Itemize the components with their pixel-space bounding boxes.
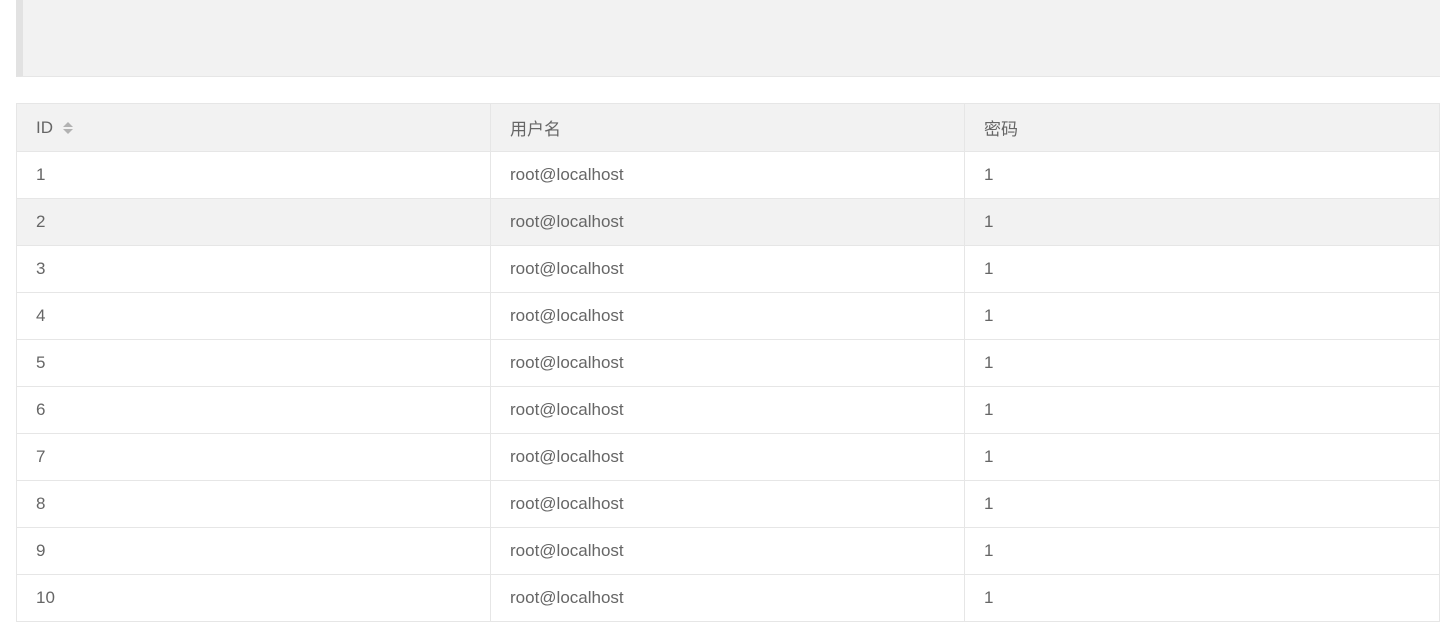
data-table-container: ID 用户名 密码 1 root@localhost 1 2 root@localhos…	[16, 103, 1440, 633]
header-row: ID 用户名 密码	[16, 103, 1440, 152]
cell-password: 1	[964, 433, 1440, 481]
header-username: 用户名	[490, 103, 965, 152]
cell-username: root@localhost	[490, 433, 965, 481]
sort-descending-icon[interactable]	[63, 128, 73, 134]
table-row[interactable]: 1 root@localhost 1	[16, 151, 1440, 199]
table-row[interactable]: 9 root@localhost 1	[16, 527, 1440, 575]
cell-password: 1	[964, 339, 1440, 387]
cell-password: 1	[964, 527, 1440, 575]
cell-password: 1	[964, 245, 1440, 293]
cell-id: 8	[16, 480, 491, 528]
table-body: 1 root@localhost 1 2 root@localhost 1 3 root@lo…	[16, 151, 1440, 622]
cell-password: 1	[964, 151, 1440, 199]
cell-id: 2	[16, 198, 491, 246]
data-table: ID 用户名 密码 1 root@localhost 1 2 root@localhos…	[16, 103, 1440, 622]
table-row[interactable]: 2 root@localhost 1	[16, 198, 1440, 246]
cell-password: 1	[964, 480, 1440, 528]
cell-username: root@localhost	[490, 198, 965, 246]
cell-id: 5	[16, 339, 491, 387]
header-password: 密码	[964, 103, 1440, 152]
table-row[interactable]: 8 root@localhost 1	[16, 480, 1440, 528]
cell-username: root@localhost	[490, 245, 965, 293]
header-id[interactable]: ID	[16, 103, 491, 152]
cell-id: 6	[16, 386, 491, 434]
cell-password: 1	[964, 386, 1440, 434]
cell-id: 1	[16, 151, 491, 199]
cell-id: 9	[16, 527, 491, 575]
cell-username: root@localhost	[490, 151, 965, 199]
cell-username: root@localhost	[490, 480, 965, 528]
sort-ascending-icon[interactable]	[63, 121, 73, 127]
header-id-label: ID	[36, 117, 53, 137]
cell-id: 4	[16, 292, 491, 340]
table-row[interactable]: 4 root@localhost 1	[16, 292, 1440, 340]
table-row[interactable]: 6 root@localhost 1	[16, 386, 1440, 434]
cell-username: root@localhost	[490, 292, 965, 340]
cell-username: root@localhost	[490, 574, 965, 622]
cell-password: 1	[964, 574, 1440, 622]
cell-id: 3	[16, 245, 491, 293]
table-row[interactable]: 3 root@localhost 1	[16, 245, 1440, 293]
cell-id: 7	[16, 433, 491, 481]
table-row[interactable]: 5 root@localhost 1	[16, 339, 1440, 387]
blockquote-panel	[16, 0, 1440, 77]
table-row[interactable]: 10 root@localhost 1	[16, 574, 1440, 622]
sort-icon[interactable]	[63, 121, 73, 134]
cell-id: 10	[16, 574, 491, 622]
cell-password: 1	[964, 198, 1440, 246]
cell-username: root@localhost	[490, 527, 965, 575]
cell-username: root@localhost	[490, 386, 965, 434]
table-header: ID 用户名 密码	[16, 103, 1440, 152]
cell-password: 1	[964, 292, 1440, 340]
table-row[interactable]: 7 root@localhost 1	[16, 433, 1440, 481]
cell-username: root@localhost	[490, 339, 965, 387]
